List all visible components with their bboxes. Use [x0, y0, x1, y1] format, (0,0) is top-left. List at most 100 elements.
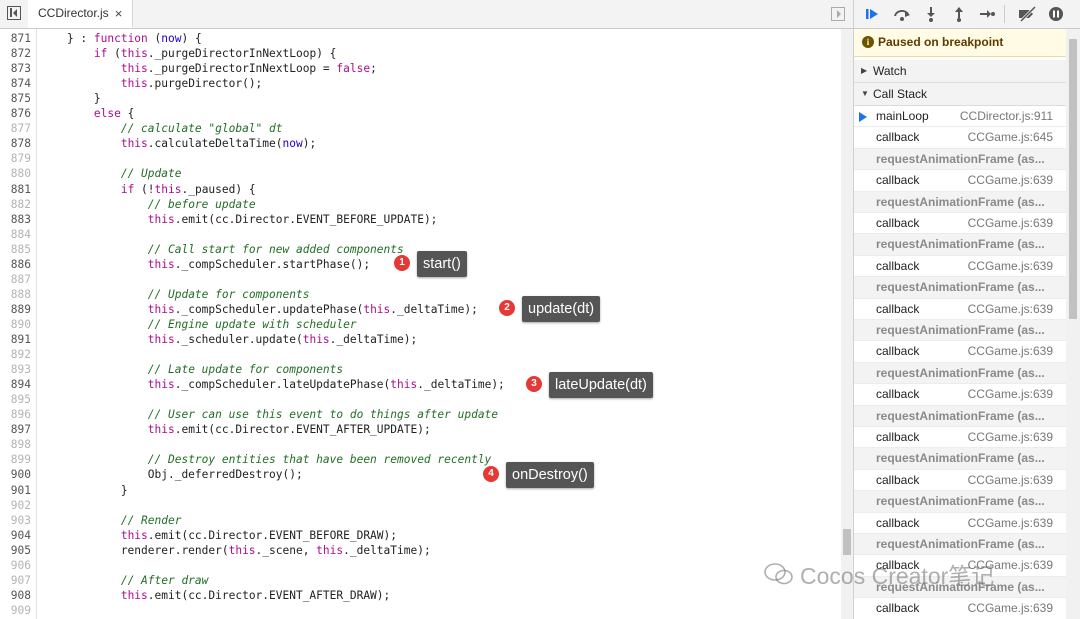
- code-token: ) {: [181, 32, 202, 45]
- code-token: now: [282, 137, 303, 151]
- code-token: this: [147, 257, 175, 271]
- frame-location[interactable]: CCGame.js:639: [968, 470, 1053, 491]
- code-line: this._scheduler.update(this._deltaTime);: [0, 332, 800, 347]
- call-frame-row[interactable]: callback CCGame.js:639: [854, 513, 1066, 534]
- debugger-scrollbar[interactable]: [1066, 29, 1080, 619]
- code-token: renderer.render(: [40, 543, 229, 557]
- call-frame-row[interactable]: callback CCGame.js:639: [854, 341, 1066, 363]
- call-frame-row[interactable]: callback CCGame.js:645: [854, 127, 1066, 149]
- step-icon[interactable]: [979, 6, 995, 22]
- call-stack-section-header[interactable]: ▼ Call Stack: [854, 83, 1066, 106]
- annotation-start: start(): [417, 251, 467, 277]
- editor-scrollbar-thumb[interactable]: [843, 529, 851, 555]
- frame-location[interactable]: CCGame.js:639: [968, 213, 1053, 234]
- toolbar-divider: [1004, 5, 1005, 23]
- code-token: ._scene,: [255, 543, 317, 557]
- call-frame-row[interactable]: callback CCGame.js:639: [854, 299, 1066, 320]
- call-frame-row[interactable]: callback CCGame.js:639: [854, 384, 1066, 406]
- call-frame-row[interactable]: mainLoop CCDirector.js:911: [854, 106, 1066, 128]
- frame-location[interactable]: CCGame.js:639: [968, 555, 1053, 576]
- code-token: .emit(cc.Director.EVENT_BEFORE_UPDATE);: [174, 212, 438, 226]
- pause-on-exceptions-icon[interactable]: [1048, 6, 1064, 22]
- code-token: (!: [134, 182, 155, 196]
- call-frame-row[interactable]: callback CCGame.js:639: [854, 256, 1066, 278]
- code-token: // Engine update with scheduler: [147, 317, 357, 331]
- code-token: // Call start for new added components: [147, 242, 404, 256]
- annotation-badge-2: 2: [499, 300, 515, 316]
- code-line: // Late update for components: [0, 362, 800, 377]
- close-tab-icon[interactable]: ×: [115, 6, 123, 21]
- frame-function-name: callback: [876, 601, 920, 616]
- call-frame-row[interactable]: callback CCGame.js:639: [854, 555, 1066, 577]
- frame-location[interactable]: CCGame.js:639: [968, 299, 1053, 320]
- call-frame-row[interactable]: callback CCGame.js:639: [854, 170, 1066, 192]
- editor-scrollbar[interactable]: [841, 29, 853, 619]
- async-boundary-row: requestAnimationFrame (as...: [854, 148, 1066, 171]
- code-token: ._compScheduler.lateUpdatePhase(: [174, 378, 391, 392]
- code-line-text: this._purgeDirectorInNextLoop = false;: [40, 61, 377, 76]
- toggle-navigator-icon[interactable]: [7, 6, 21, 20]
- code-token: // Render: [120, 513, 182, 527]
- call-frame-row[interactable]: callback CCGame.js:639: [854, 598, 1066, 619]
- code-line: // Render: [0, 513, 800, 528]
- frame-location[interactable]: CCGame.js:639: [968, 513, 1053, 534]
- call-frame-row[interactable]: callback CCGame.js:639: [854, 213, 1066, 235]
- frame-location[interactable]: CCDirector.js:911: [960, 106, 1053, 127]
- step-into-icon[interactable]: [923, 6, 939, 22]
- annotation-on-destroy: onDestroy(): [506, 462, 594, 488]
- frame-location[interactable]: CCGame.js:645: [968, 127, 1053, 148]
- code-line: }: [0, 91, 800, 106]
- code-line-text: // before update: [40, 197, 256, 212]
- code-line: } : function (now) {: [0, 31, 800, 46]
- code-line: this.emit(cc.Director.EVENT_BEFORE_DRAW)…: [0, 528, 800, 543]
- frame-location[interactable]: CCGame.js:639: [968, 384, 1053, 405]
- call-frame-row[interactable]: callback CCGame.js:639: [854, 427, 1066, 449]
- frame-location[interactable]: CCGame.js:639: [968, 256, 1053, 277]
- resume-icon[interactable]: [864, 6, 880, 22]
- frame-function-name: requestAnimationFrame (as...: [876, 579, 1045, 594]
- code-line-text: this._compScheduler.updatePhase(this._de…: [40, 302, 478, 317]
- frame-location[interactable]: CCGame.js:639: [968, 341, 1053, 362]
- frame-function-name: callback: [876, 472, 920, 487]
- frame-function-name: requestAnimationFrame (as...: [876, 151, 1045, 166]
- code-line: this.emit(cc.Director.EVENT_AFTER_UPDATE…: [0, 422, 800, 437]
- code-token: // User can use this event to do things …: [147, 408, 499, 422]
- debugger-scrollbar-thumb[interactable]: [1069, 39, 1077, 319]
- toggle-debugger-icon[interactable]: [831, 7, 845, 21]
- code-viewer[interactable]: 871 872 873 874 875 876 877 878 879 880 881 882 883 8…: [0, 29, 840, 619]
- frame-location[interactable]: CCGame.js:639: [968, 427, 1053, 448]
- code-line-text: // Update: [40, 166, 182, 181]
- frame-location[interactable]: CCGame.js:639: [968, 598, 1053, 619]
- call-stack-list: mainLoop CCDirector.js:911 callback CCGame.…: [854, 106, 1066, 619]
- code-line: }: [0, 483, 800, 498]
- step-out-icon[interactable]: [951, 6, 967, 22]
- code-token: this: [120, 588, 148, 602]
- file-tab[interactable]: CCDirector.js ×: [28, 0, 134, 28]
- code-line: else {: [0, 106, 800, 121]
- code-token: this: [390, 378, 418, 392]
- call-frame-row[interactable]: callback CCGame.js:639: [854, 470, 1066, 492]
- code-line-text: this.calculateDeltaTime(now);: [40, 136, 316, 151]
- code-token: now: [161, 32, 182, 45]
- watch-section-header[interactable]: ▶ Watch: [854, 60, 1066, 83]
- step-over-icon[interactable]: [892, 6, 912, 22]
- annotation-update: update(dt): [522, 296, 601, 322]
- frame-location[interactable]: CCGame.js:639: [968, 170, 1053, 191]
- code-token: this: [154, 182, 182, 196]
- deactivate-breakpoints-icon[interactable]: [1017, 6, 1037, 22]
- annotation-badge-3: 3: [526, 376, 542, 392]
- code-line-text: this._compScheduler.lateUpdatePhase(this…: [40, 377, 505, 392]
- code-token: this: [228, 543, 256, 557]
- code-line: if (!this._paused) {: [0, 182, 800, 197]
